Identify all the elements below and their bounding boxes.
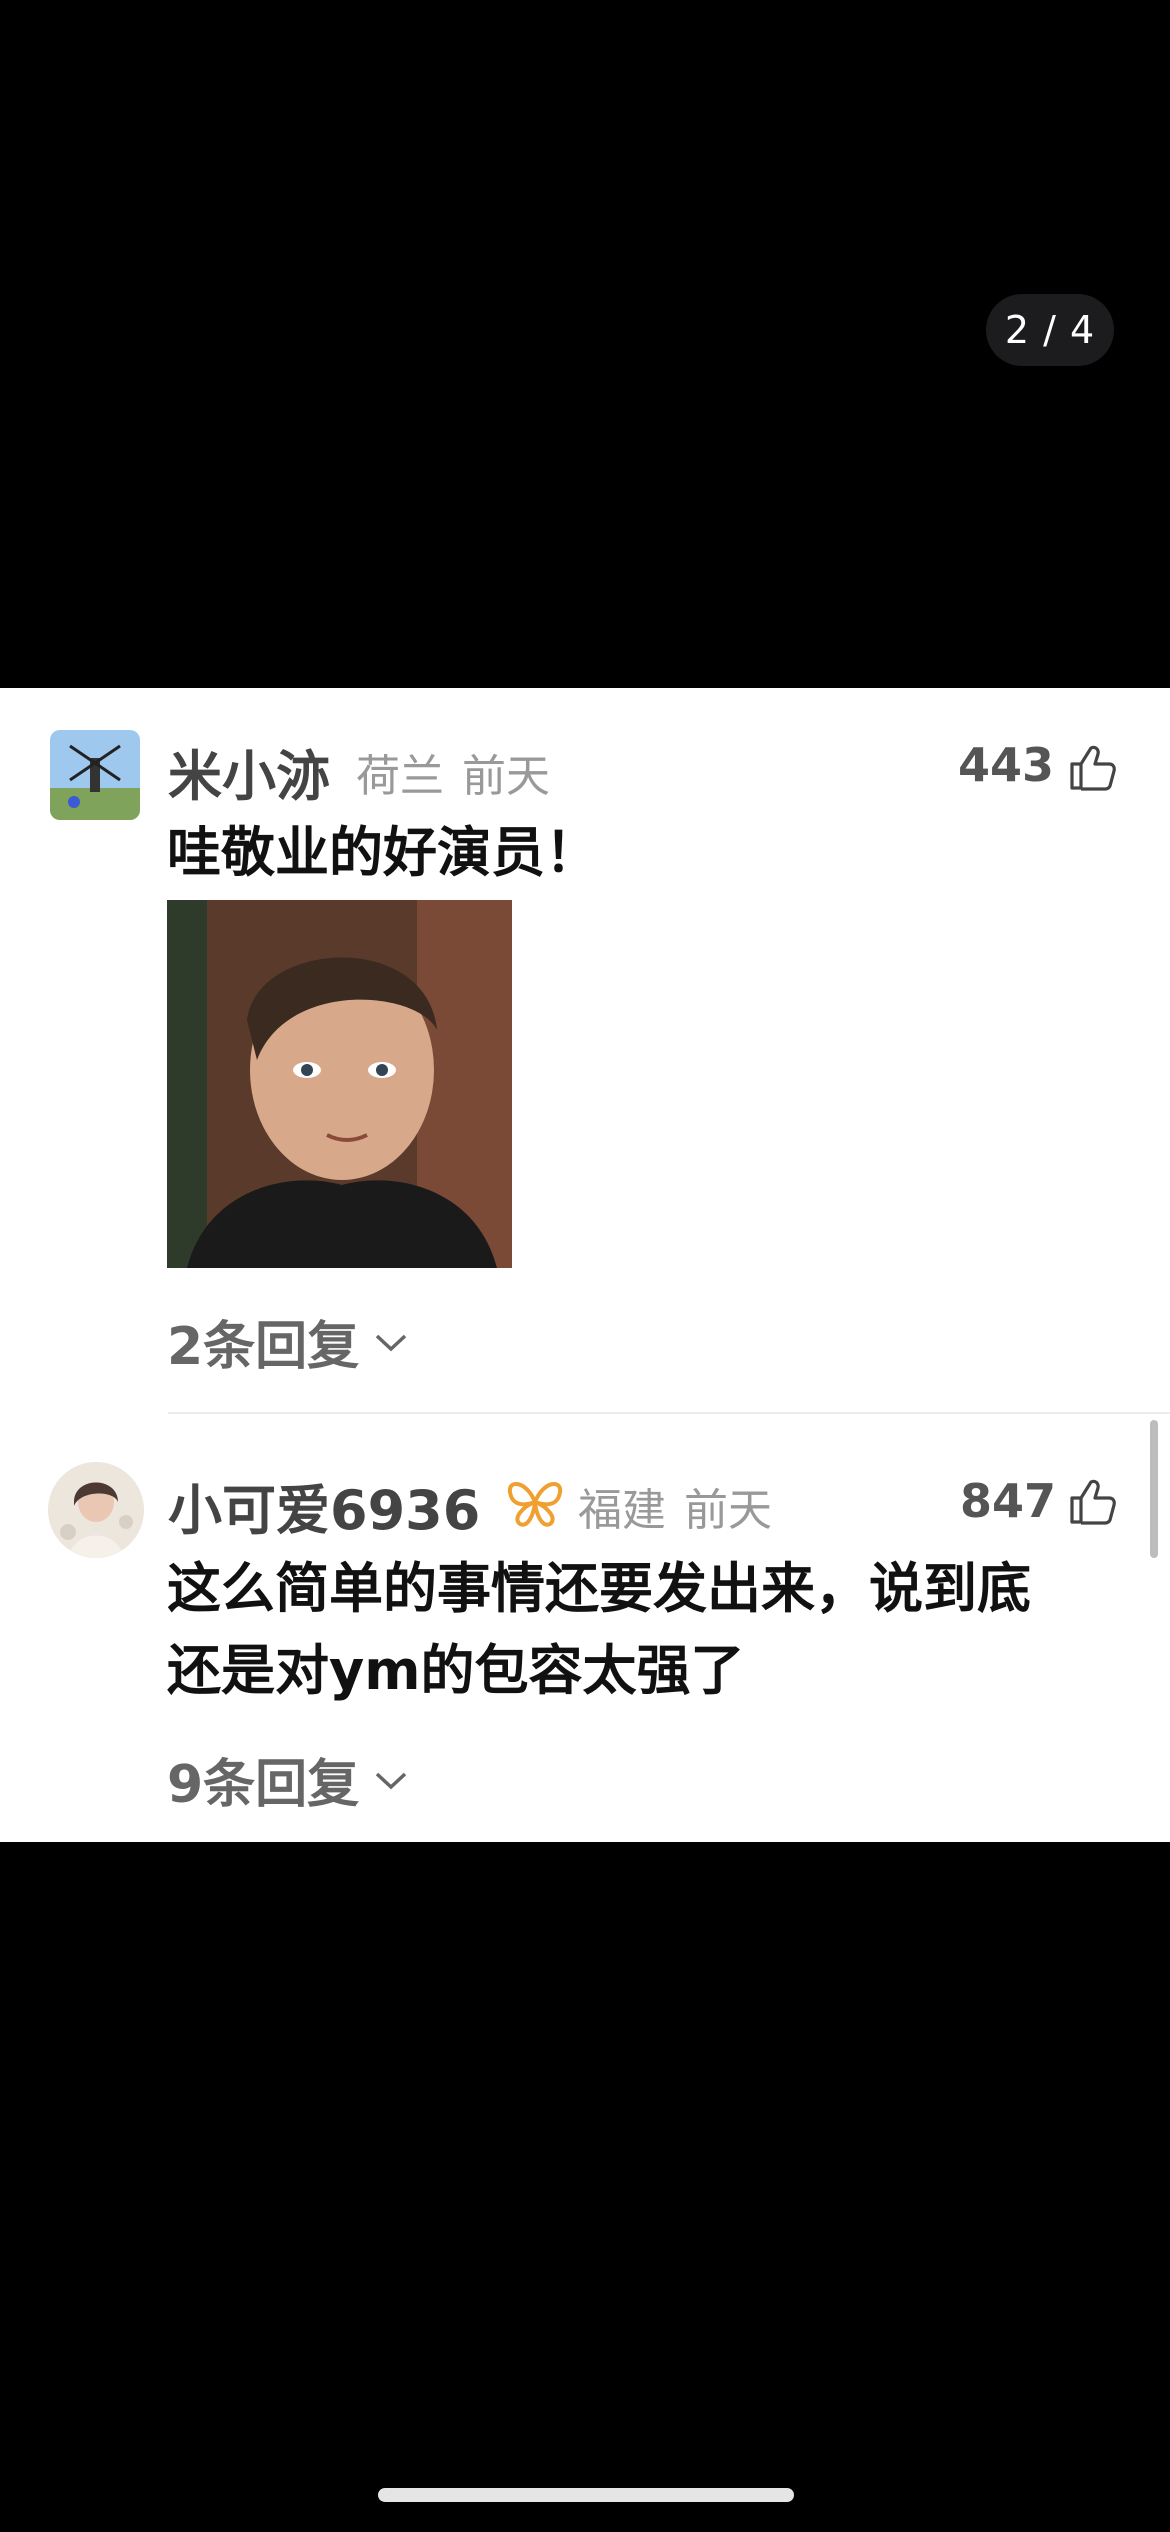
comment-author[interactable]: 小可爱6936 (168, 1466, 480, 1545)
avatar[interactable] (50, 730, 140, 820)
comment-screenshot-card: 米小洂 荷兰 前天 443 哇敬业的好演员！ 2条回复 小可爱6936 福建 前… (0, 688, 1170, 1842)
comment-author[interactable]: 米小洂 (168, 732, 330, 811)
chevron-down-icon (375, 1334, 407, 1351)
replies-label: 9条回复 (167, 1755, 360, 1815)
comment-time: 前天 (462, 751, 550, 802)
comment-text-line: 这么简单的事情还要发出来，说到底 (167, 1557, 1031, 1620)
chevron-down-icon (375, 1772, 407, 1789)
comment-text-line: 还是对ym的包容太强了 (167, 1639, 745, 1702)
comment-location: 荷兰 (356, 751, 444, 802)
comment-divider (168, 1412, 1170, 1414)
windmill-avatar-icon (50, 730, 140, 820)
girl-avatar-icon (48, 1462, 144, 1558)
comment-time: 前天 (684, 1485, 772, 1536)
scrollbar[interactable] (1150, 1420, 1158, 1558)
like-count: 847 (960, 1474, 1057, 1528)
comment-image[interactable] (167, 900, 512, 1268)
thumbs-up-icon[interactable] (1066, 1474, 1120, 1528)
page-indicator: 2 / 4 (986, 294, 1114, 366)
thumbs-up-icon[interactable] (1066, 740, 1120, 794)
home-indicator[interactable] (378, 2488, 794, 2502)
comment-text: 哇敬业的好演员！ (167, 821, 599, 884)
replies-toggle[interactable]: 2条回复 (167, 1304, 409, 1379)
comment-location: 福建 (578, 1485, 666, 1536)
replies-toggle[interactable]: 9条回复 (167, 1742, 409, 1817)
butterfly-badge-icon (507, 1482, 563, 1527)
avatar[interactable] (48, 1462, 144, 1558)
like-count: 443 (958, 738, 1055, 792)
portrait-image-icon (167, 900, 512, 1268)
replies-label: 2条回复 (167, 1317, 360, 1377)
